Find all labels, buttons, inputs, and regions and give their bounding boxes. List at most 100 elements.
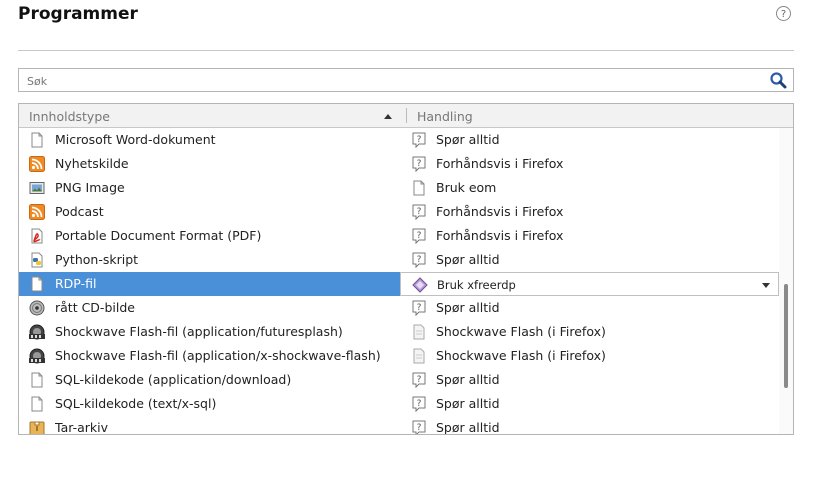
table-row[interactable]: Python-skript ? Spør alltid [19,248,779,272]
action-label: Spør alltid [436,420,500,435]
search-box[interactable] [18,68,794,92]
table-row[interactable]: Microsoft Word-dokument ? Spør alltid [19,128,779,152]
action-dropdown[interactable]: Bruk xfreerdp [400,272,779,296]
content-type-label: SQL-kildekode (text/x-sql) [55,396,217,411]
rss-feed-icon [29,156,45,172]
action-cell[interactable]: Bruk xfreerdp [400,272,779,296]
content-type-cell[interactable]: SQL-kildekode (application/download) [19,368,400,392]
column-header-content-type[interactable]: Innholdstype [29,109,110,124]
rss-feed-icon [29,204,45,220]
content-type-label: Shockwave Flash-fil (application/futures… [55,324,343,339]
content-type-cell[interactable]: SQL-kildekode (text/x-sql) [19,392,400,416]
archive-icon [29,420,45,434]
table-row[interactable]: Nyhetskilde ? Forhåndsvis i Firefox [19,152,779,176]
action-cell[interactable]: Bruk eom [400,176,779,200]
ask-icon: ? [411,372,427,389]
action-cell[interactable]: ? Forhåndsvis i Firefox [400,152,779,176]
action-cell[interactable]: ? Spør alltid [400,128,779,152]
vertical-scrollbar[interactable] [779,128,793,434]
search-icon[interactable] [769,71,787,89]
divider [18,50,794,51]
python-icon [29,252,45,268]
content-type-cell[interactable]: RDP-fil [19,272,400,296]
chevron-down-icon[interactable] [762,283,770,288]
flash-film-icon [29,348,45,364]
table-row[interactable]: SQL-kildekode (application/download)? Spø… [19,368,779,392]
action-label: Spør alltid [436,300,500,315]
table-row[interactable]: Shockwave Flash-fil (application/futures… [19,320,779,344]
action-label: Forhåndsvis i Firefox [436,228,564,243]
action-cell[interactable]: ? Forhåndsvis i Firefox [400,224,779,248]
ask-icon: ? [411,228,427,245]
action-cell[interactable]: ? Spør alltid [400,248,779,272]
pdf-icon [29,228,45,244]
disc-icon [29,300,45,316]
content-type-cell[interactable]: Python-skript [19,248,400,272]
ask-icon: ? [411,132,427,149]
content-type-cell[interactable]: Microsoft Word-dokument [19,128,400,152]
content-type-label: Shockwave Flash-fil (application/x-shock… [55,348,381,363]
ask-icon: ? [411,300,427,317]
content-type-label: Nyhetskilde [55,156,129,171]
applications-table: Innholdstype Handling Microsoft Word-dok… [18,103,794,435]
scrollbar-thumb[interactable] [784,284,788,388]
action-label: Bruk eom [436,180,497,195]
table-row[interactable]: Podcast? Forhåndsvis i Firefox [19,200,779,224]
content-type-cell[interactable]: Tar-arkiv [19,416,400,434]
page-title: Programmer [18,4,138,24]
svg-text:?: ? [417,255,422,265]
table-row[interactable]: RDP-fil Bruk xfreerdp [19,272,779,296]
svg-text:?: ? [417,207,422,217]
content-type-cell[interactable]: Portable Document Format (PDF) [19,224,400,248]
action-cell[interactable]: ? Spør alltid [400,392,779,416]
column-separator[interactable] [406,108,407,123]
content-type-label: SQL-kildekode (application/download) [55,372,292,387]
action-cell[interactable]: Shockwave Flash (i Firefox) [400,344,779,368]
action-cell[interactable]: ? Spør alltid [400,368,779,392]
table-row[interactable]: Tar-arkiv? Spør alltid [19,416,779,435]
document-icon [29,276,45,292]
action-cell[interactable]: Shockwave Flash (i Firefox) [400,320,779,344]
ask-icon: ? [411,156,427,173]
table-row[interactable]: Portable Document Format (PDF)? Forhåndsv… [19,224,779,248]
action-label: Spør alltid [436,372,500,387]
content-type-cell[interactable]: Podcast [19,200,400,224]
svg-text:?: ? [417,303,422,313]
content-type-cell[interactable]: Shockwave Flash-fil (application/x-shock… [19,344,400,368]
svg-text:?: ? [417,135,422,145]
content-type-label: Python-skript [55,252,139,267]
ask-icon: ? [411,252,427,269]
action-cell[interactable]: ? Spør alltid [400,416,779,435]
help-icon[interactable]: ? [776,6,791,21]
content-type-label: PNG Image [55,180,125,195]
table-body: Microsoft Word-dokument? Spør alltid Nyhet… [19,128,779,435]
document-icon [411,180,427,196]
table-row[interactable]: Shockwave Flash-fil (application/x-shock… [19,344,779,368]
plugin-icon [411,324,427,340]
plugin-icon [411,348,427,364]
content-type-cell[interactable]: PNG Image [19,176,400,200]
column-header-action[interactable]: Handling [417,109,473,124]
content-type-cell[interactable]: rått CD-bilde [19,296,400,320]
action-label: Forhåndsvis i Firefox [436,204,564,219]
content-type-cell[interactable]: Nyhetskilde [19,152,400,176]
content-type-label: rått CD-bilde [55,300,135,315]
action-cell[interactable]: ? Forhåndsvis i Firefox [400,200,779,224]
search-input[interactable] [25,71,749,91]
action-label: Bruk xfreerdp [437,278,516,292]
image-icon [29,180,45,196]
table-row[interactable]: SQL-kildekode (text/x-sql) ? Spør alltid [19,392,779,416]
content-type-label: Podcast [55,204,104,219]
content-type-cell[interactable]: Shockwave Flash-fil (application/futures… [19,320,400,344]
table-row[interactable]: PNG Image Bruk eom [19,176,779,200]
sort-ascending-icon[interactable] [384,114,392,119]
action-cell[interactable]: ? Spør alltid [400,296,779,320]
content-type-label: Portable Document Format (PDF) [55,228,262,243]
table-row[interactable]: rått CD-bilde? Spør alltid [19,296,779,320]
svg-text:?: ? [417,231,422,241]
document-icon [29,396,45,412]
flash-film-icon [29,324,45,340]
xfreerdp-icon [412,277,428,293]
svg-text:?: ? [417,375,422,385]
content-type-label: Microsoft Word-dokument [55,132,216,147]
